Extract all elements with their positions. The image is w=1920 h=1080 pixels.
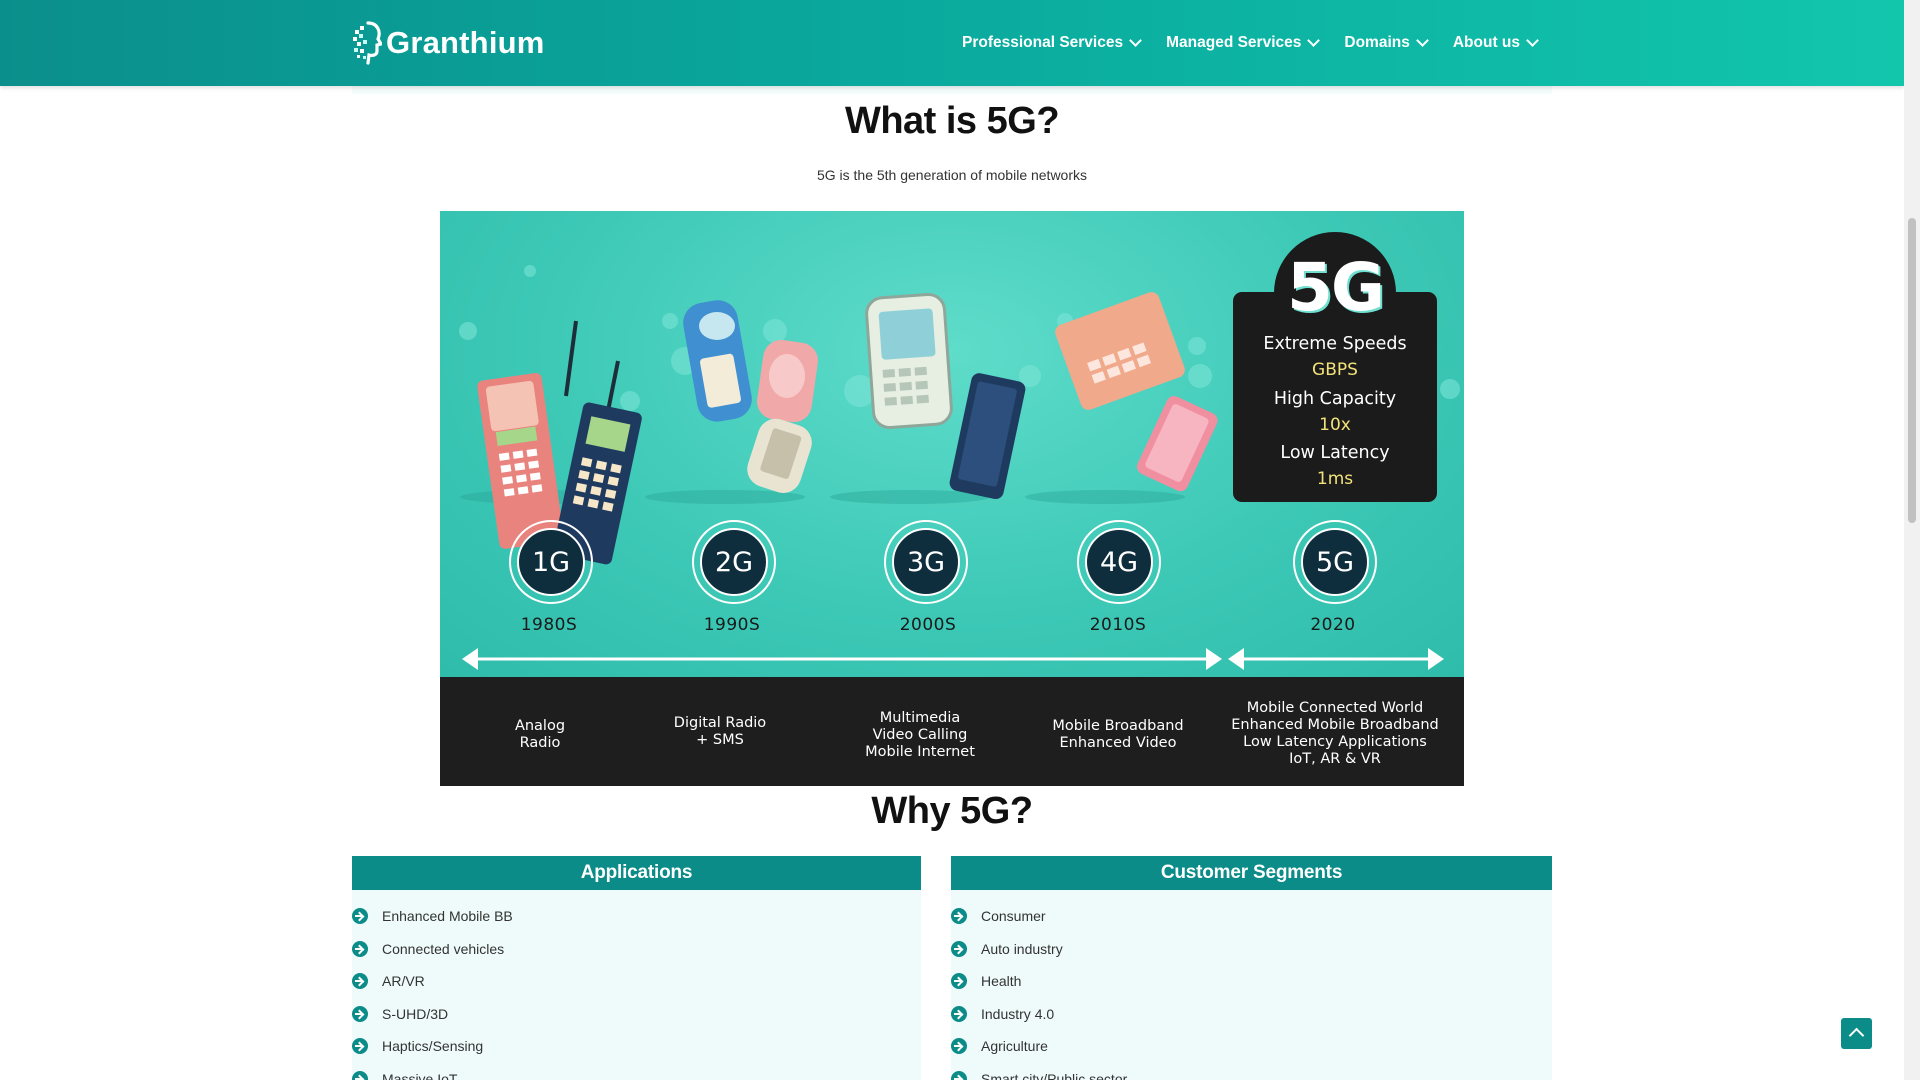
nav-domains[interactable]: Domains (1344, 34, 1429, 52)
applications-heading: Applications (352, 856, 921, 890)
arrow-circle-icon (951, 1038, 967, 1055)
list-item: Agriculture (951, 1030, 1552, 1063)
customer-segments-panel: Customer Segments Consumer Auto industry… (951, 856, 1552, 1080)
arrow-circle-icon (951, 1005, 967, 1022)
section-title-why-5g: Why 5G? (871, 790, 1033, 832)
arrow-circle-icon (352, 940, 368, 957)
gen-badge-3g: 3G (884, 520, 968, 604)
chevron-down-icon (1415, 34, 1429, 47)
nav-label: About us (1452, 34, 1520, 51)
brand-mark-icon (352, 20, 384, 66)
nav-professional-services[interactable]: Professional Services (961, 34, 1142, 52)
5g-logo: 5G (1286, 249, 1385, 326)
customer-segments-heading: Customer Segments (951, 856, 1552, 890)
list-item: Enhanced Mobile BB (352, 900, 921, 933)
gen-era-label: 1990S (703, 615, 761, 635)
list-item: S-UHD/3D (352, 998, 921, 1031)
chevron-down-icon (1307, 34, 1321, 47)
list-item: Consumer (951, 900, 1552, 933)
arrow-circle-icon (951, 908, 967, 925)
scrollbar-thumb[interactable] (1908, 218, 1916, 523)
arrow-circle-icon (352, 973, 368, 990)
page-scrollbar[interactable] (1904, 0, 1920, 1080)
section-title-what-is-5g: What is 5G? (844, 100, 1060, 142)
brand-logo[interactable]: Granthium (352, 18, 545, 68)
list-item: Auto industry (951, 933, 1552, 966)
gen-badge-2g: 2G (692, 520, 776, 604)
gen-badge-4g: 4G (1077, 520, 1161, 604)
list-item: Connected vehicles (352, 933, 921, 966)
feature-name: Extreme Speeds (1263, 334, 1407, 354)
feature-value: GBPS (1312, 360, 1358, 380)
list-item: Health (951, 965, 1552, 998)
arrow-circle-icon (352, 908, 368, 925)
chevron-up-icon (1848, 1027, 1865, 1044)
nav-about-us[interactable]: About us (1452, 34, 1539, 52)
gen-era-label: 2000S (899, 615, 957, 635)
list-item: AR/VR (352, 965, 921, 998)
list-item: Smart city/Public sector (951, 1063, 1552, 1080)
list-item: Haptics/Sensing (352, 1030, 921, 1063)
5g-evolution-infographic: 5G Extreme Speeds GBPS High Capacity 10x… (440, 211, 1464, 786)
site-header: Granthium Professional Services Managed … (0, 0, 1904, 86)
feature-value: 1ms (1316, 469, 1354, 489)
customer-segments-list: Consumer Auto industry Health Industry 4… (951, 890, 1552, 1080)
main-nav: Professional Services Managed Services D… (961, 0, 1539, 86)
gen-description-1g: Analog Radio (514, 718, 566, 751)
feature-name: Low Latency (1280, 443, 1390, 463)
brand-name: Granthium (386, 25, 545, 60)
gen-era-label: 2010S (1089, 615, 1147, 635)
nav-label: Professional Services (961, 34, 1124, 51)
arrow-circle-icon (352, 1005, 368, 1022)
list-item: Massive IoT (352, 1063, 921, 1080)
timeline-arrows (462, 648, 1444, 670)
gen-era-label: 1980S (520, 615, 578, 635)
feature-name: High Capacity (1273, 389, 1397, 409)
gen-description-2g: Digital Radio + SMS (673, 715, 767, 748)
gen-description-4g: Mobile Broadband Enhanced Video (1052, 718, 1184, 751)
chevron-down-icon (1526, 34, 1539, 47)
gen-description-3g: Multimedia Video Calling Mobile Internet (865, 710, 975, 760)
nav-managed-services[interactable]: Managed Services (1166, 34, 1321, 52)
chevron-down-icon (1129, 34, 1142, 47)
list-item: Industry 4.0 (951, 998, 1552, 1031)
gen-badge-1g: 1G (509, 520, 593, 604)
arrow-circle-icon (352, 1070, 368, 1080)
section-subtitle: 5G is the 5th generation of mobile netwo… (816, 167, 1088, 183)
gen-era-label: 2020 (1310, 615, 1356, 635)
arrow-circle-icon (352, 1038, 368, 1055)
arrow-circle-icon (951, 1070, 967, 1080)
gen-badge-5g: 5G (1293, 520, 1377, 604)
page: Granthium Professional Services Managed … (0, 0, 1904, 1080)
nav-label: Managed Services (1166, 34, 1302, 51)
gen-description-5g: Mobile Connected World Enhanced Mobile Br… (1231, 700, 1439, 767)
nav-label: Domains (1344, 34, 1410, 51)
scroll-to-top-button[interactable] (1841, 1018, 1872, 1049)
arrow-circle-icon (951, 973, 967, 990)
applications-panel: Applications Enhanced Mobile BB Connecte… (352, 856, 921, 1080)
arrow-circle-icon (951, 940, 967, 957)
feature-value: 10x (1319, 415, 1351, 435)
header-shadow-band (352, 86, 1552, 94)
applications-list: Enhanced Mobile BB Connected vehicles AR… (352, 890, 921, 1080)
